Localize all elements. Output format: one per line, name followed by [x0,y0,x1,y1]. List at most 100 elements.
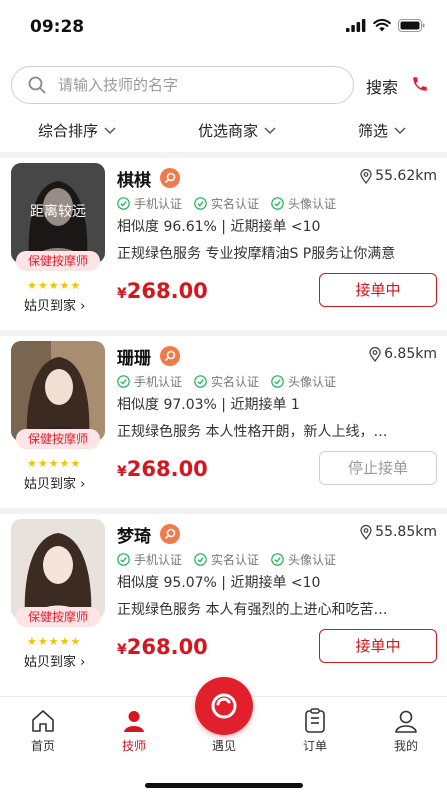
technician-description: 正规绿色服务 本人性格开朗，新人上线，… [117,424,388,440]
phone-icon[interactable] [411,75,429,93]
role-badge: 保健按摩师 [16,429,100,449]
badge-icon [160,346,180,366]
status-bar: 09:28 [0,0,447,52]
home-indicator [145,783,303,788]
shop-link[interactable]: 姑贝到家 › [24,295,85,314]
check-circle-icon [194,197,207,210]
cert-phone: 手机认证 [117,195,182,212]
divider [0,508,447,514]
cert-label: 手机认证 [134,197,183,211]
tab-profile[interactable]: 我的 [376,707,436,754]
check-circle-icon [194,375,207,388]
check-circle-icon [194,553,207,566]
technician-card[interactable]: 保健按摩师 ★★★★★ 姑贝到家 › 珊珊 6.85km 手机认证 实名认证 头… [0,341,447,519]
filter-screen[interactable]: 筛选 [358,120,406,141]
price: ¥268.00 [117,457,208,481]
technician-description: 正规绿色服务 本人有强烈的上进心和吃苦… [117,602,388,618]
person-icon [124,711,144,732]
avatar-image [11,519,105,619]
technician-name: 梦琦 [117,527,151,547]
profile-icon [395,710,417,733]
badge-icon [160,168,180,188]
distance-value: 55.62km [375,168,437,184]
cert-label: 头像认证 [288,375,337,389]
tab-label: 订单 [302,739,327,753]
cert-realname: 实名认证 [194,195,259,212]
search-icon [28,76,46,94]
tab-label: 首页 [30,739,55,753]
shop-link[interactable]: 姑贝到家 › [24,473,85,492]
filter-merchant[interactable]: 优选商家 [198,120,276,141]
search-box[interactable] [11,66,354,104]
meet-icon [211,693,237,719]
cert-realname: 实名认证 [194,373,259,390]
chevron-right-icon: › [80,477,86,492]
location-icon [369,346,381,362]
role-badge: 保健按摩师 [16,607,100,627]
cert-list: 手机认证 实名认证 头像认证 [117,373,336,390]
search-input[interactable] [58,74,338,96]
price-currency: ¥ [117,286,127,302]
cert-avatar: 头像认证 [271,195,336,212]
search-button[interactable]: 搜索 [366,74,398,98]
technician-stats: 相似度 96.61% | 近期接单 <10 [117,219,321,235]
check-circle-icon [271,375,284,388]
tab-label: 技师 [121,739,146,753]
divider [0,330,447,336]
battery-icon [398,19,425,32]
order-status-button[interactable]: 接单中 [319,273,437,307]
shop-link[interactable]: 姑贝到家 › [24,651,85,670]
divider [0,152,447,158]
meet-button[interactable] [195,677,253,735]
tab-orders[interactable]: 订单 [285,707,345,754]
chevron-down-icon [104,126,116,134]
distance: 55.62km [360,168,437,184]
rating-stars: ★★★★★ [27,279,82,292]
check-circle-icon [271,197,284,210]
location-icon [360,168,372,184]
technician-card[interactable]: 保健按摩师 ★★★★★ 姑贝到家 › 梦琦 55.85km 手机认证 实名认证 … [0,519,447,697]
home-icon [32,710,54,732]
filter-sort[interactable]: 综合排序 [38,120,116,141]
cert-avatar: 头像认证 [271,551,336,568]
distance: 55.85km [360,524,437,540]
cert-phone: 手机认证 [117,373,182,390]
order-status-button[interactable]: 停止接单 [319,451,437,485]
distance-value: 55.85km [375,524,437,540]
technician-name: 珊珊 [117,349,151,369]
status-time: 09:28 [30,17,85,37]
chevron-down-icon [394,126,406,134]
technician-stats: 相似度 95.07% | 近期接单 <10 [117,575,321,591]
location-icon [360,524,372,540]
check-circle-icon [117,375,130,388]
filter-label: 筛选 [358,122,389,140]
wifi-icon [373,19,391,32]
rating-stars: ★★★★★ [27,457,82,470]
tab-meet[interactable]: 遇见 [194,735,254,754]
avatar-overlay: 距离较远 [30,204,86,220]
filter-label: 综合排序 [38,122,99,140]
filter-label: 优选商家 [198,122,259,140]
tab-technician[interactable]: 技师 [104,707,164,754]
filter-row: 综合排序 优选商家 筛选 [0,120,447,146]
price-value: 268.00 [126,279,208,303]
cert-label: 手机认证 [134,553,183,567]
distance: 6.85km [369,346,437,362]
cert-label: 头像认证 [288,553,337,567]
cert-label: 实名认证 [211,197,260,211]
tab-label: 我的 [393,739,418,753]
avatar[interactable] [11,341,105,441]
status-icons [346,19,425,32]
avatar-image [11,341,105,441]
avatar[interactable]: 距离较远 [11,163,105,263]
order-status-button[interactable]: 接单中 [319,629,437,663]
technician-card[interactable]: 距离较远 保健按摩师 ★★★★★ 姑贝到家 › 棋棋 55.62km 手机认证 … [0,163,447,341]
technician-description: 正规绿色服务 专业按摩精油S P服务让你满意 [117,246,396,262]
badge-icon [160,524,180,544]
avatar[interactable] [11,519,105,619]
rating-stars: ★★★★★ [27,635,82,648]
cert-phone: 手机认证 [117,551,182,568]
tab-home[interactable]: 首页 [13,707,73,754]
price: ¥268.00 [117,635,208,659]
tab-label: 遇见 [211,739,236,753]
